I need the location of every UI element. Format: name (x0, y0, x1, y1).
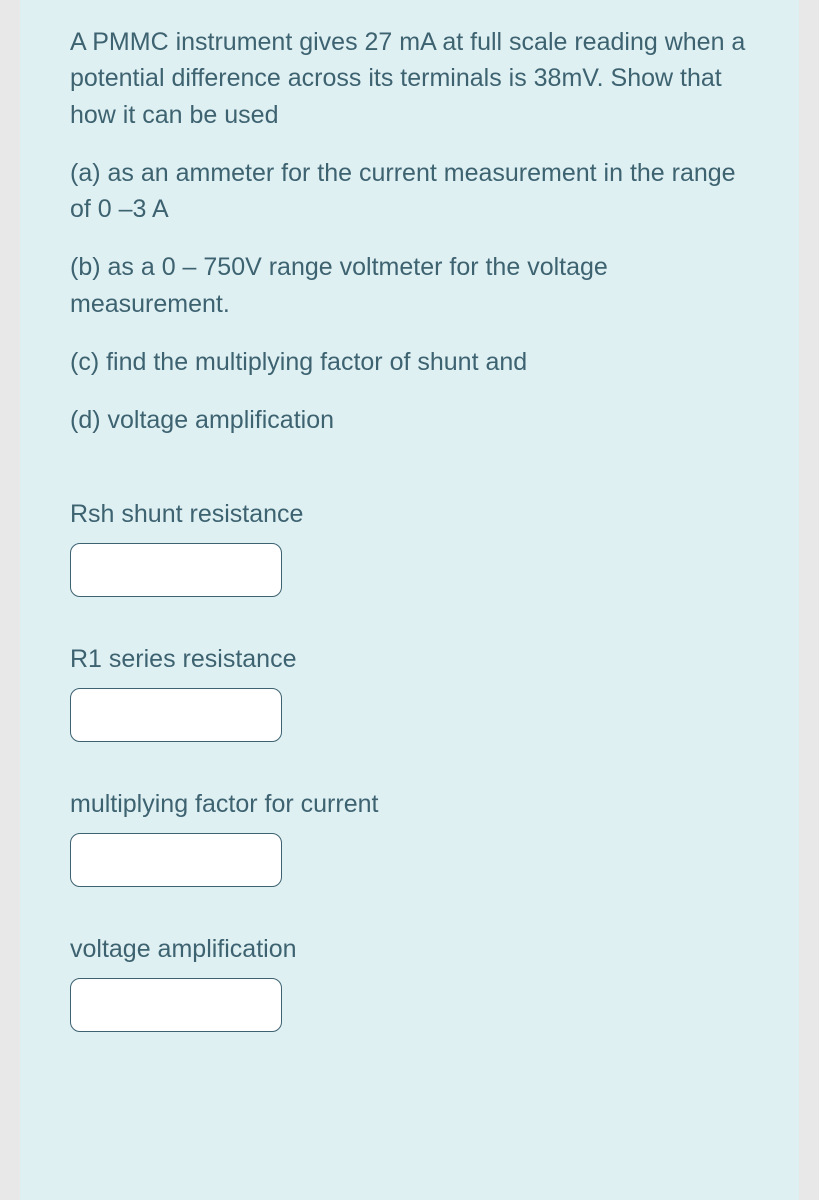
question-part-a: (a) as an ammeter for the current measur… (70, 155, 749, 228)
label-multiplying-factor: multiplying factor for current (70, 790, 749, 819)
input-voltage-amplification[interactable] (70, 978, 282, 1032)
label-voltage-amplification: voltage amplification (70, 935, 749, 964)
label-r1: R1 series resistance (70, 645, 749, 674)
input-rsh[interactable] (70, 543, 282, 597)
label-rsh: Rsh shunt resistance (70, 500, 749, 529)
input-r1[interactable] (70, 688, 282, 742)
question-part-d: (d) voltage amplification (70, 402, 749, 438)
answer-group-r1: R1 series resistance (70, 645, 749, 742)
answer-group-rsh: Rsh shunt resistance (70, 500, 749, 597)
question-part-b: (b) as a 0 – 750V range voltmeter for th… (70, 249, 749, 322)
answer-group-multiplying-factor: multiplying factor for current (70, 790, 749, 887)
question-part-c: (c) find the multiplying factor of shunt… (70, 344, 749, 380)
input-multiplying-factor[interactable] (70, 833, 282, 887)
answer-section: Rsh shunt resistance R1 series resistanc… (70, 500, 749, 1032)
question-intro-text: A PMMC instrument gives 27 mA at full sc… (70, 24, 749, 133)
answer-group-voltage-amplification: voltage amplification (70, 935, 749, 1032)
question-card: A PMMC instrument gives 27 mA at full sc… (20, 0, 799, 1200)
